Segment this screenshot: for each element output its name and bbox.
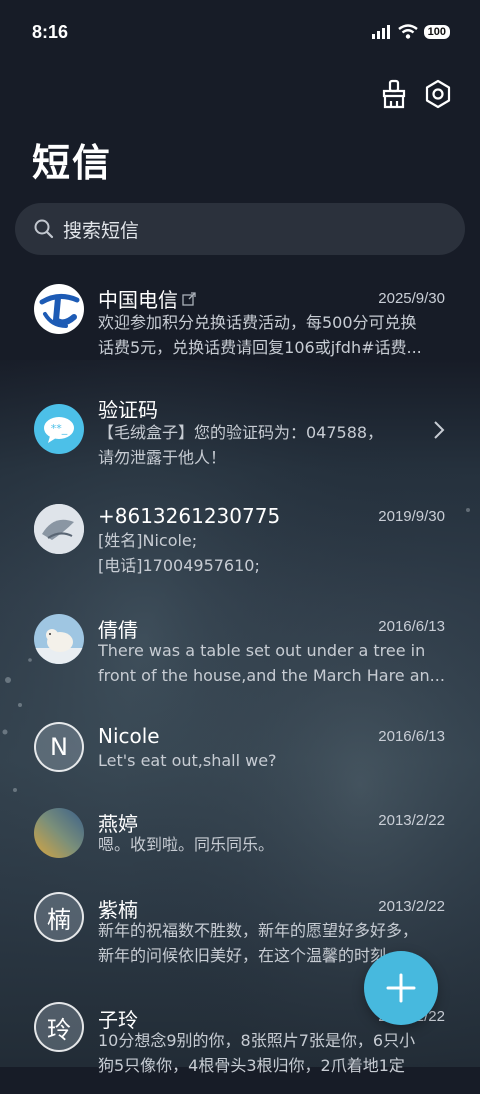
wifi-icon bbox=[397, 24, 418, 39]
status-icons: 100 bbox=[371, 24, 450, 39]
preview-line: 10分想念9别的你，8张照片7张是你，6只小 bbox=[98, 1031, 416, 1050]
search-bar[interactable]: 搜索短信 bbox=[15, 203, 465, 255]
conversation-name: Nicole bbox=[98, 724, 160, 748]
conversation-name-text: 中国电信 bbox=[98, 288, 178, 312]
page-title: 短信 bbox=[32, 141, 113, 185]
conversation-preview: 10分想念9别的你，8张照片7张是你，6只小 狗5只像你，4根骨头3根归你，2爪… bbox=[98, 1028, 448, 1078]
preview-line: 【毛绒盒子】您的验证码为：047588， bbox=[98, 423, 384, 442]
gradient-photo-avatar bbox=[34, 808, 84, 858]
preview-line: 狗5只像你，4根骨头3根归你，2爪着地1定 bbox=[98, 1056, 405, 1075]
search-icon bbox=[34, 219, 54, 239]
broom-icon[interactable] bbox=[378, 78, 410, 110]
preview-line: 欢迎参加积分兑换话费活动，每500分可兑换 bbox=[98, 313, 417, 332]
signal-icon bbox=[371, 24, 390, 39]
conversation-name: +8613261230775 bbox=[98, 504, 280, 528]
conversation-date: 2013/2/22 bbox=[378, 898, 445, 915]
preview-line: Let's eat out,shall we? bbox=[98, 751, 277, 770]
preview-line: 新年的祝福数不胜数，新年的愿望好多好多， bbox=[98, 921, 419, 940]
conversation-name-text: 验证码 bbox=[98, 398, 158, 422]
conversation-preview: [姓名]Nicole; [电话]17004957610; bbox=[98, 528, 448, 578]
status-bar: 8:16 100 bbox=[0, 0, 480, 68]
svg-text:**_: **_ bbox=[51, 422, 68, 435]
conversation-item[interactable]: **_ 验证码 【毛绒盒子】您的验证码为：047588， 请勿泄露于他人！ bbox=[0, 384, 480, 484]
conversation-preview: Let's eat out,shall we? bbox=[98, 748, 448, 773]
preview-line: 嗯。收到啦。同乐同乐。 bbox=[98, 835, 275, 854]
preview-line: [姓名]Nicole; bbox=[98, 531, 198, 550]
conversation-item[interactable]: +8613261230775 2019/9/30 [姓名]Nicole; [电话… bbox=[0, 494, 480, 594]
chevron-right-icon[interactable] bbox=[432, 420, 446, 440]
preview-line: front of the house,and the March Hare an… bbox=[98, 666, 445, 685]
conversation-item[interactable]: 倩倩 2016/6/13 There was a table set out u… bbox=[0, 604, 480, 704]
settings-gear-icon[interactable] bbox=[422, 78, 454, 110]
preview-line: 请勿泄露于他人！ bbox=[98, 448, 227, 467]
china-telecom-logo bbox=[34, 284, 84, 334]
verification-code-chat-icon: **_ bbox=[34, 404, 84, 454]
conversation-item[interactable]: 燕婷 2013/2/22 嗯。收到啦。同乐同乐。 bbox=[0, 798, 480, 898]
status-time: 8:16 bbox=[32, 22, 69, 42]
conversation-date: 2025/9/30 bbox=[378, 290, 445, 307]
letter-avatar: 楠 bbox=[34, 892, 84, 942]
conversation-name: 验证码 bbox=[98, 394, 158, 423]
conversation-date: 2016/6/13 bbox=[378, 618, 445, 635]
letter-avatar: N bbox=[34, 722, 84, 772]
conversation-preview: 嗯。收到啦。同乐同乐。 bbox=[98, 832, 448, 857]
conversation-item[interactable]: 中国电信 2025/9/30 欢迎参加积分兑换话费活动，每500分可兑换 话费5… bbox=[0, 274, 480, 374]
search-placeholder: 搜索短信 bbox=[63, 219, 140, 242]
letter-avatar: 玲 bbox=[34, 1002, 84, 1052]
conversation-date: 2019/9/30 bbox=[378, 508, 445, 525]
external-link-icon bbox=[182, 291, 196, 306]
conversation-date: 2016/6/13 bbox=[378, 728, 445, 745]
preview-line: 话费5元，兑换话费请回复106或jfdh#话费... bbox=[98, 338, 422, 357]
new-message-button[interactable] bbox=[364, 951, 438, 1025]
conversation-preview: 欢迎参加积分兑换话费活动，每500分可兑换 话费5元，兑换话费请回复106或jf… bbox=[98, 310, 448, 360]
conversation-name-text: +8613261230775 bbox=[98, 504, 281, 528]
conversation-preview: 【毛绒盒子】您的验证码为：047588， 请勿泄露于他人！ bbox=[98, 420, 398, 470]
polar-bear-avatar bbox=[34, 614, 84, 664]
conversation-preview: There was a table set out under a tree i… bbox=[98, 638, 448, 688]
battery-indicator: 100 bbox=[423, 24, 450, 39]
conversation-name: 中国电信 bbox=[98, 284, 196, 313]
photo-avatar bbox=[34, 504, 84, 554]
plus-icon bbox=[386, 973, 416, 1003]
preview-line: There was a table set out under a tree i… bbox=[98, 641, 426, 660]
conversation-name-text: Nicole bbox=[98, 724, 160, 748]
conversation-date: 2013/2/22 bbox=[378, 812, 445, 829]
preview-line: [电话]17004957610; bbox=[98, 556, 260, 575]
